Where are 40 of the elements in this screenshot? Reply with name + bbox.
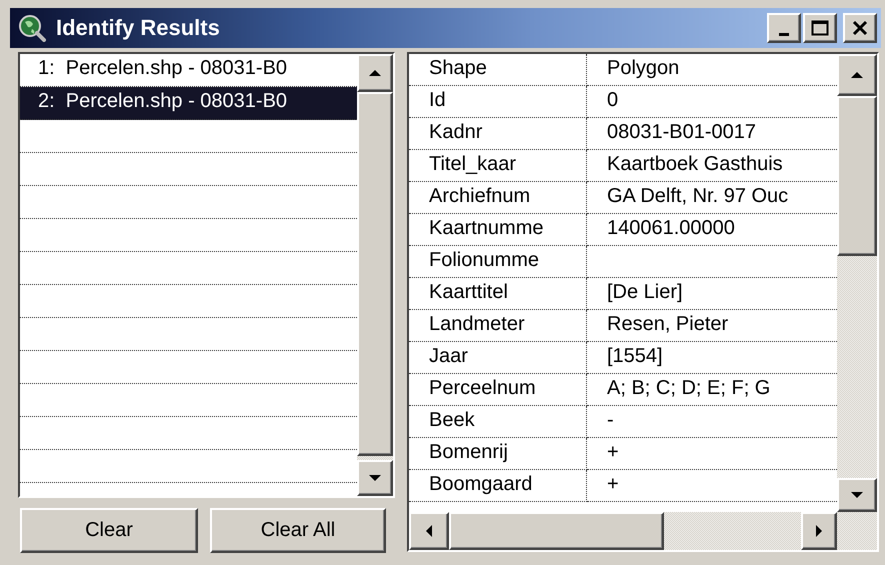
scroll-down-button[interactable] bbox=[837, 478, 877, 512]
field-name-cell: Shape bbox=[409, 54, 587, 86]
field-name-cell: Folionumme bbox=[409, 246, 587, 278]
arrow-right-icon bbox=[816, 525, 822, 537]
scrollbar-corner bbox=[837, 512, 877, 550]
close-icon bbox=[852, 20, 868, 36]
maximize-icon bbox=[811, 20, 829, 36]
window-title: Identify Results bbox=[56, 15, 221, 41]
scroll-right-button[interactable] bbox=[801, 512, 837, 550]
minimize-button[interactable] bbox=[767, 13, 801, 43]
scroll-left-button[interactable] bbox=[409, 512, 449, 550]
scroll-up-button[interactable] bbox=[357, 54, 393, 92]
field-name-cell: Archiefnum bbox=[409, 182, 587, 214]
field-name-cell: Titel_kaar bbox=[409, 150, 587, 182]
field-name-cell: Boomgaard bbox=[409, 470, 587, 502]
scroll-down-button[interactable] bbox=[357, 460, 393, 496]
list-item[interactable]: 2: Percelen.shp - 08031-B0 bbox=[20, 87, 357, 120]
arrow-down-icon bbox=[369, 475, 381, 481]
arrow-up-icon bbox=[851, 72, 863, 78]
maximize-button[interactable] bbox=[803, 13, 837, 43]
field-name-cell: Id bbox=[409, 86, 587, 118]
minimize-icon bbox=[779, 32, 789, 36]
clear-all-button[interactable]: Clear All bbox=[210, 508, 386, 553]
clear-button[interactable]: Clear bbox=[20, 508, 198, 553]
field-name-cell: Perceelnum bbox=[409, 374, 587, 406]
scrollbar-thumb[interactable] bbox=[449, 512, 664, 550]
scroll-up-button[interactable] bbox=[837, 54, 877, 96]
arrow-down-icon bbox=[851, 492, 863, 498]
field-name-cell: Kaarttitel bbox=[409, 278, 587, 310]
field-name-cell: Kaartnumme bbox=[409, 214, 587, 246]
close-button[interactable] bbox=[843, 13, 877, 43]
field-name-cell: Bomenrij bbox=[409, 438, 587, 470]
field-name-cell: Beek bbox=[409, 406, 587, 438]
scrollbar-thumb[interactable] bbox=[837, 96, 877, 256]
field-name-cell: Jaar bbox=[409, 342, 587, 374]
arrow-left-icon bbox=[426, 525, 432, 537]
field-name-cell: Kadnr bbox=[409, 118, 587, 150]
globe-magnifier-icon bbox=[18, 14, 46, 42]
arrow-up-icon bbox=[369, 70, 381, 76]
field-name-cell: Landmeter bbox=[409, 310, 587, 342]
